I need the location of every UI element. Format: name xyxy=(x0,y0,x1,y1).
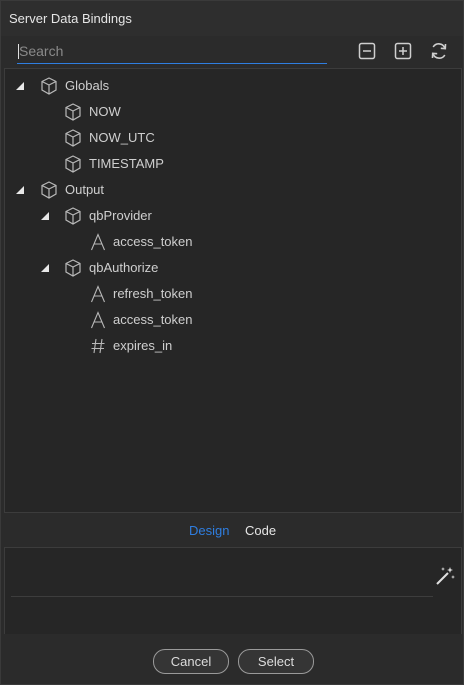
tree-node-label: NOW xyxy=(89,104,121,119)
magic-wand-icon[interactable] xyxy=(434,565,456,587)
cancel-button[interactable]: Cancel xyxy=(153,649,229,674)
dialog-footer xyxy=(1,634,463,684)
select-button[interactable]: Select xyxy=(238,649,314,674)
text-type-icon xyxy=(90,233,106,251)
cube-icon xyxy=(65,207,81,225)
expanded-triangle-icon[interactable] xyxy=(15,81,25,91)
text-caret xyxy=(18,44,19,59)
title-bar: Server Data Bindings xyxy=(1,1,463,36)
cube-icon xyxy=(41,181,57,199)
tab-code[interactable]: Code xyxy=(245,523,276,538)
refresh-icon xyxy=(431,43,447,59)
tree-node-label: TIMESTAMP xyxy=(89,156,164,171)
text-type-icon xyxy=(90,285,106,303)
text-type-icon xyxy=(90,311,106,329)
minus-square-icon xyxy=(358,42,376,60)
expand-all-button[interactable] xyxy=(392,40,414,62)
tree-node-label: qbProvider xyxy=(89,208,152,223)
tree-node-label: access_token xyxy=(113,312,193,327)
cube-icon xyxy=(65,155,81,173)
expanded-triangle-icon[interactable] xyxy=(40,211,50,221)
dialog-title: Server Data Bindings xyxy=(9,11,132,26)
tree-node-label: Globals xyxy=(65,78,110,93)
cube-icon xyxy=(65,259,81,277)
tree-node-label: NOW_UTC xyxy=(89,130,155,145)
tree-node-label: Output xyxy=(65,182,105,197)
cube-icon xyxy=(41,77,57,95)
expression-editor[interactable] xyxy=(4,547,462,635)
editor-underline xyxy=(11,596,433,597)
tree-node-label: refresh_token xyxy=(113,286,193,301)
search-input[interactable] xyxy=(17,41,327,61)
collapse-all-button[interactable] xyxy=(356,40,378,62)
tab-design[interactable]: Design xyxy=(189,523,229,538)
view-tabs xyxy=(1,515,463,545)
number-type-icon xyxy=(91,338,105,354)
refresh-button[interactable] xyxy=(428,40,450,62)
cube-icon xyxy=(65,129,81,147)
expanded-triangle-icon[interactable] xyxy=(40,263,50,273)
bindings-tree: Globals NOW NOW_UTC TIMESTAMP Output qbP… xyxy=(4,68,462,513)
tree-node-label: expires_in xyxy=(113,338,173,353)
plus-square-icon xyxy=(394,42,412,60)
expanded-triangle-icon[interactable] xyxy=(15,185,25,195)
cube-icon xyxy=(65,103,81,121)
server-data-bindings-dialog: Server Data Bindings Globals xyxy=(0,0,464,685)
tree-node-label: access_token xyxy=(113,234,193,249)
search-box[interactable] xyxy=(17,41,327,64)
tree-node-label: qbAuthorize xyxy=(89,260,159,275)
